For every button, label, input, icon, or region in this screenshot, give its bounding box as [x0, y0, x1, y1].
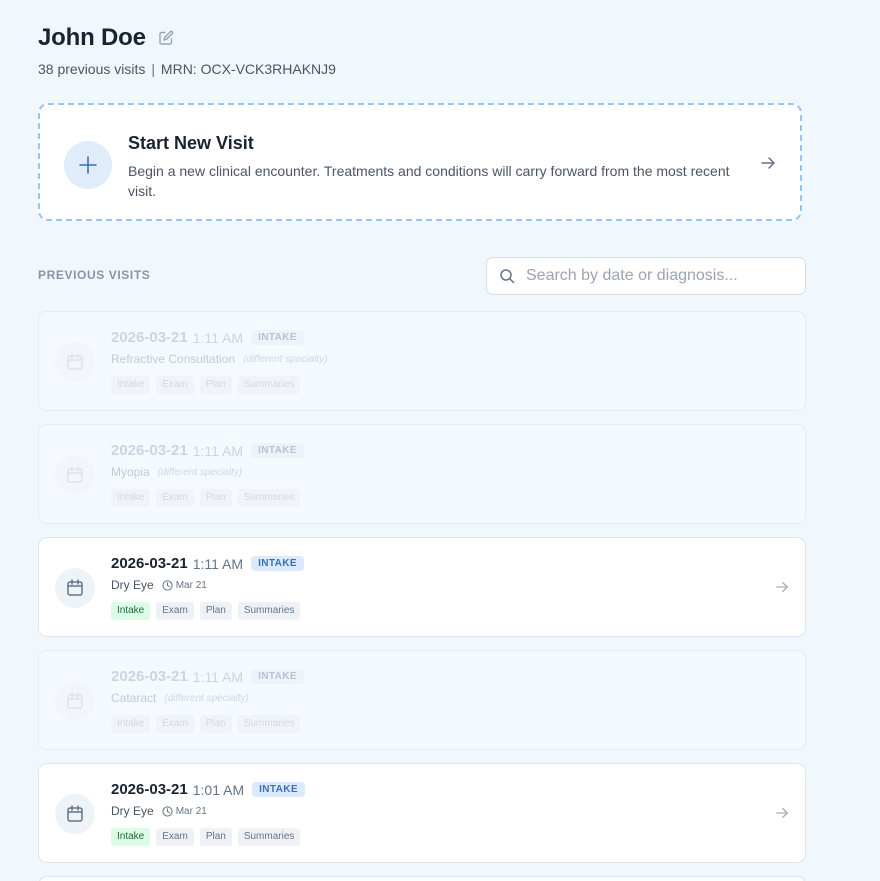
visit-heading: 2026-03-21 1:11 AM INTAKE: [111, 442, 304, 459]
new-visit-description: Begin a new clinical encounter. Treatmen…: [128, 163, 730, 199]
visit-type-badge: INTAKE: [252, 782, 305, 797]
arrow-right-icon: [775, 580, 789, 599]
visit-updated-date: Mar 21: [175, 805, 207, 817]
visit-card-partial[interactable]: [38, 876, 806, 881]
visit-tags: Intake Exam Plan Summaries: [111, 828, 306, 846]
visit-time: 1:11 AM: [192, 668, 244, 685]
search-input[interactable]: [524, 266, 798, 286]
visit-specialty-note: (different specialty): [243, 353, 328, 365]
visit-type-badge: INTAKE: [251, 556, 304, 571]
visit-date: 2026-03-21: [111, 781, 188, 798]
tag-summaries: Summaries: [237, 489, 301, 507]
search-box[interactable]: [486, 257, 806, 295]
tag-exam: Exam: [156, 715, 194, 733]
tag-plan: Plan: [199, 376, 232, 394]
patient-name: John Doe: [38, 24, 146, 51]
visit-type-badge: INTAKE: [251, 443, 304, 458]
visit-tags: Intake Exam Plan Summaries: [111, 376, 306, 394]
visit-card[interactable]: 2026-03-21 1:11 AM INTAKE Dry Eye Mar 21…: [38, 537, 806, 637]
visit-details: Dry Eye Mar 21: [111, 578, 207, 592]
visit-card[interactable]: 2026-03-21 1:01 AM INTAKE Dry Eye Mar 21…: [38, 763, 806, 863]
visit-diagnosis: Dry Eye: [111, 578, 154, 592]
visit-updated: Mar 21: [162, 806, 207, 817]
visit-specialty-note: (different specialty): [164, 692, 249, 704]
plus-icon: [64, 141, 112, 189]
calendar-icon: [55, 794, 95, 834]
tag-exam[interactable]: Exam: [156, 828, 194, 846]
tag-intake: Intake: [111, 715, 151, 733]
tag-plan: Plan: [199, 715, 232, 733]
visit-card: 2026-03-21 1:11 AM INTAKE Myopia (differ…: [38, 424, 806, 524]
visit-updated-date: Mar 21: [175, 579, 207, 591]
edit-icon[interactable]: [158, 30, 174, 46]
visit-date: 2026-03-21: [111, 668, 188, 685]
visit-date: 2026-03-21: [111, 329, 188, 346]
tag-intake[interactable]: Intake: [111, 602, 151, 620]
tag-plan: Plan: [199, 489, 232, 507]
tag-plan[interactable]: Plan: [199, 602, 232, 620]
visit-specialty-note: (different specialty): [157, 466, 243, 478]
visit-updated: Mar 21: [162, 580, 207, 591]
visit-details: Dry Eye Mar 21: [111, 804, 207, 818]
visit-heading: 2026-03-21 1:11 AM INTAKE: [111, 329, 304, 346]
patient-meta: 38 previous visits | MRN: OCX-VCK3RHAKNJ9: [38, 61, 336, 77]
tag-intake[interactable]: Intake: [111, 828, 151, 846]
calendar-icon: [55, 455, 95, 495]
visit-tags: Intake Exam Plan Summaries: [111, 489, 306, 507]
visit-type-badge: INTAKE: [251, 330, 304, 345]
calendar-icon: [55, 681, 95, 721]
patient-mrn: MRN: OCX-VCK3RHAKNJ9: [160, 61, 336, 77]
visit-diagnosis: Refractive Consultation: [111, 352, 236, 366]
visit-heading: 2026-03-21 1:11 AM INTAKE: [111, 555, 304, 572]
visit-date: 2026-03-21: [111, 442, 188, 459]
tag-exam: Exam: [156, 489, 194, 507]
visit-card: 2026-03-21 1:11 AM INTAKE Refractive Con…: [38, 311, 806, 411]
tag-intake: Intake: [111, 376, 151, 394]
tag-plan[interactable]: Plan: [199, 828, 232, 846]
new-visit-title: Start New Visit: [128, 133, 254, 153]
visit-time: 1:11 AM: [192, 555, 244, 572]
visit-tags: Intake Exam Plan Summaries: [111, 715, 306, 733]
visit-date: 2026-03-21: [111, 555, 188, 572]
previous-visits-label: PREVIOUS VISITS: [38, 268, 151, 282]
visit-time: 1:01 AM: [192, 781, 245, 798]
visit-details: Refractive Consultation (different speci…: [111, 352, 328, 366]
tag-summaries: Summaries: [237, 376, 301, 394]
meta-separator: |: [151, 61, 156, 77]
visit-heading: 2026-03-21 1:11 AM INTAKE: [111, 668, 304, 685]
visit-card: 2026-03-21 1:11 AM INTAKE Cataract (diff…: [38, 650, 806, 750]
start-new-visit-card[interactable]: Start New Visit Begin a new clinical enc…: [38, 103, 802, 221]
tag-intake: Intake: [111, 489, 151, 507]
visit-details: Myopia (different specialty): [111, 465, 242, 479]
tag-summaries[interactable]: Summaries: [237, 602, 301, 620]
patient-visits-page: John Doe 38 previous visits | MRN: OCX-VC…: [0, 0, 880, 881]
visit-diagnosis: Myopia: [111, 465, 150, 479]
tag-summaries: Summaries: [237, 715, 301, 733]
patient-header: John Doe: [38, 24, 174, 52]
search-icon: [499, 268, 515, 284]
clock-icon: [162, 805, 173, 817]
visit-diagnosis: Cataract: [111, 691, 157, 705]
tag-summaries[interactable]: Summaries: [237, 828, 301, 846]
visit-type-badge: INTAKE: [251, 669, 304, 684]
visit-time: 1:11 AM: [192, 329, 244, 346]
visit-heading: 2026-03-21 1:01 AM INTAKE: [111, 781, 305, 798]
visit-tags: Intake Exam Plan Summaries: [111, 602, 306, 620]
visit-count: 38 previous visits: [38, 61, 146, 77]
arrow-right-icon: [775, 806, 789, 825]
calendar-icon: [55, 342, 95, 382]
visit-details: Cataract (different specialty): [111, 691, 249, 705]
calendar-icon: [55, 568, 95, 608]
tag-exam[interactable]: Exam: [156, 602, 194, 620]
visit-diagnosis: Dry Eye: [111, 804, 154, 818]
visit-time: 1:11 AM: [192, 442, 244, 459]
tag-exam: Exam: [156, 376, 194, 394]
clock-icon: [162, 579, 173, 591]
arrow-right-icon: [760, 155, 776, 176]
